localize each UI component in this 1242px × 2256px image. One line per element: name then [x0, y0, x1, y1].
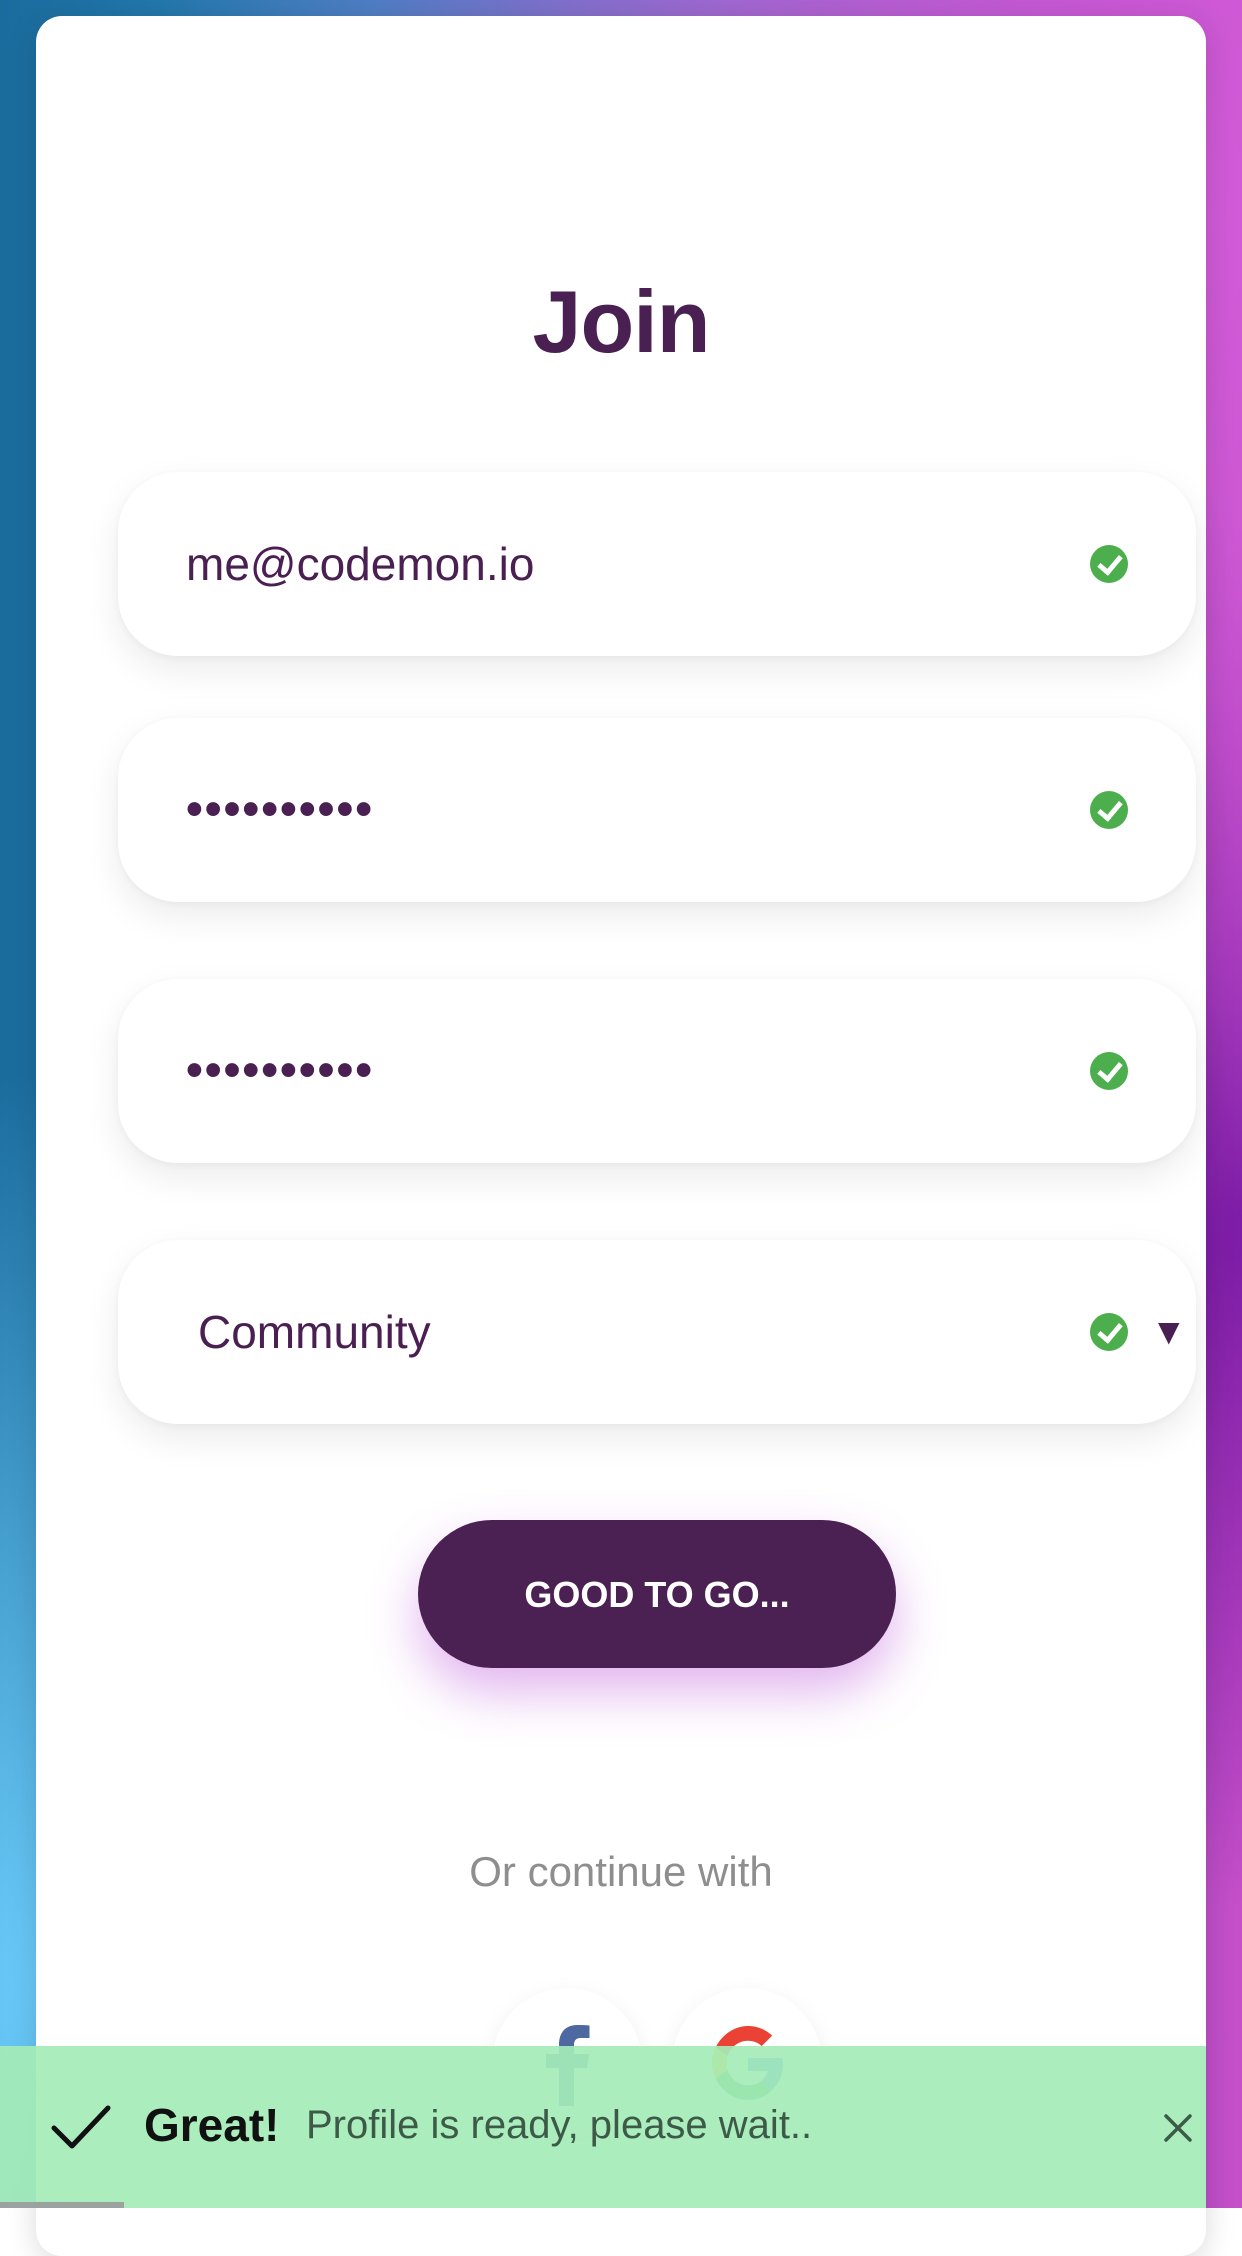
valid-check-icon	[1090, 1313, 1128, 1351]
plan-selected-value: Community	[198, 1306, 431, 1358]
checkmark-icon	[51, 2105, 111, 2149]
submit-button[interactable]: GOOD TO GO...	[418, 1520, 896, 1668]
join-card: Join me@codemon.io •••••••••• ••••••••••…	[36, 16, 1206, 2256]
toast-heading: Great!	[144, 2099, 280, 2151]
confirm-password-field[interactable]: ••••••••••	[118, 979, 1196, 1163]
password-value: ••••••••••	[186, 783, 375, 836]
email-value: me@codemon.io	[186, 538, 535, 590]
valid-check-icon	[1090, 791, 1128, 829]
email-field[interactable]: me@codemon.io	[118, 472, 1196, 656]
valid-check-icon	[1090, 545, 1128, 583]
valid-check-icon	[1090, 1052, 1128, 1090]
confirm-password-value: ••••••••••	[186, 1044, 375, 1097]
plan-select[interactable]: Community ▼	[118, 1240, 1196, 1424]
success-toast: Great! Profile is ready, please wait..	[0, 2046, 1206, 2208]
password-field[interactable]: ••••••••••	[118, 718, 1196, 902]
or-continue-with-label: Or continue with	[469, 1848, 773, 1895]
dropdown-caret-icon[interactable]: ▼	[1158, 1240, 1180, 1424]
close-icon[interactable]	[1160, 2110, 1196, 2146]
toast-message: Profile is ready, please wait..	[306, 2103, 813, 2147]
toast-progress-bar	[0, 2202, 124, 2208]
page-title: Join	[532, 272, 711, 371]
